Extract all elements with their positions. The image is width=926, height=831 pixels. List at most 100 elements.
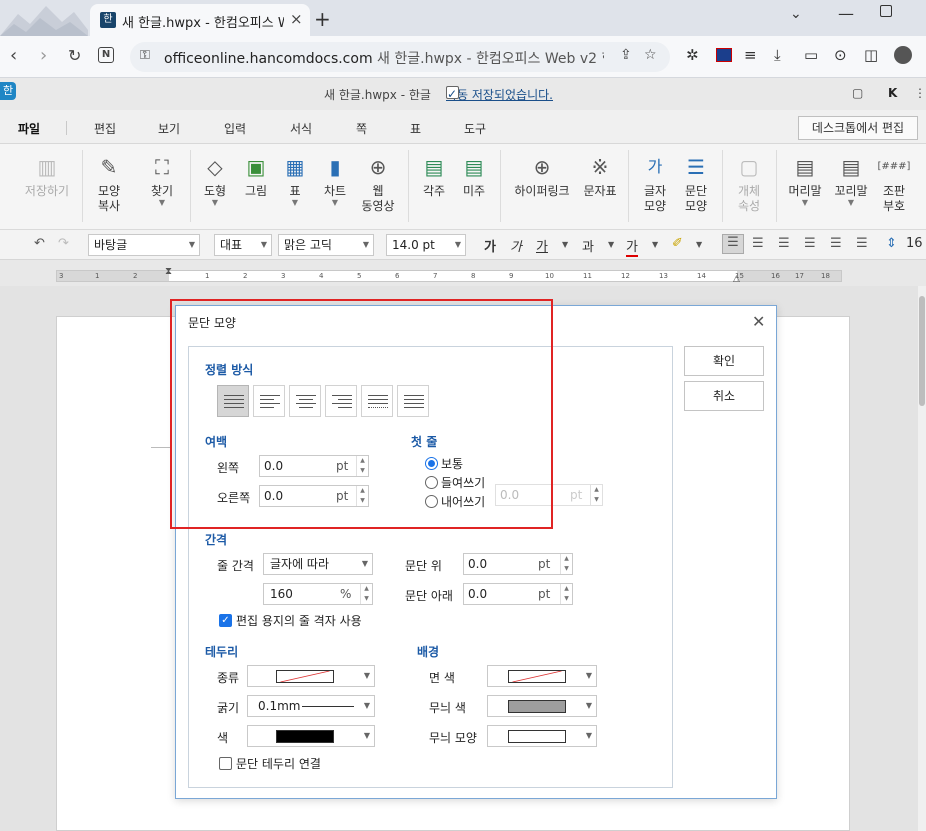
web-video-button[interactable]: ⊕ 웹 동영상 (356, 144, 400, 230)
para-shape-button[interactable]: ☰ 문단 모양 (676, 144, 716, 230)
url-omnibox[interactable]: ⚿ officeonline.hancomdocs.com 새 한글.hwpx … (130, 42, 670, 72)
shape-copy-button[interactable]: ✎ 모양 복사 (90, 144, 128, 230)
border-color-select[interactable]: ▼ (247, 725, 375, 747)
style-select[interactable]: 바탕글 ▼ (88, 234, 200, 256)
chevron-down-icon[interactable]: ▼ (652, 240, 658, 249)
table-button[interactable]: ▦ 표 ▼ (278, 144, 312, 230)
split-view-icon[interactable]: ◫ (864, 46, 878, 64)
underline-button[interactable]: 가 (536, 236, 548, 255)
menu-table[interactable]: 표 (410, 120, 421, 137)
window-maximize-icon[interactable] (880, 5, 892, 17)
bg-face-color-select[interactable]: ▼ (487, 665, 597, 687)
border-connect-checkbox[interactable] (219, 757, 232, 770)
picture-button[interactable]: ▣ 그림 (238, 144, 274, 230)
shape-button[interactable]: ◇ 도형 ▼ (196, 144, 234, 230)
chart-button[interactable]: ▮ 차트 ▼ (318, 144, 352, 230)
menu-page[interactable]: 쪽 (356, 120, 367, 137)
close-icon[interactable]: ✕ (752, 312, 765, 331)
menu-edit[interactable]: 편집 (94, 120, 116, 137)
comment-icon[interactable]: ▢ (852, 86, 863, 100)
redo-icon[interactable]: ↷ (58, 236, 69, 251)
header-button[interactable]: ▤ 머리말 ▼ (784, 144, 826, 230)
desktop-edit-button[interactable]: 데스크톱에서 편집 (798, 116, 918, 140)
window-minimize-icon[interactable]: — (838, 4, 854, 23)
footer-button[interactable]: ▤ 꼬리말 ▼ (830, 144, 872, 230)
spinner-icon[interactable]: ▲ ▼ (560, 584, 572, 604)
tab-close-icon[interactable]: × (290, 10, 303, 28)
align-right-button[interactable]: ☰ (804, 236, 816, 251)
mark-button[interactable]: [###] 조판 부호 (876, 144, 912, 230)
autosave-status[interactable]: ✓ 자동 저장되었습니다. (446, 86, 553, 103)
menu-insert[interactable]: 입력 (224, 120, 246, 137)
notion-extension-icon[interactable]: N (98, 47, 114, 63)
indent-marker-icon[interactable]: ⧗ (165, 266, 172, 277)
footnote-button[interactable]: ▤ 각주 (416, 144, 452, 230)
object-properties-button[interactable]: ▢ 개체 속성 (730, 144, 768, 230)
ruler[interactable]: 3 1 2 1 2 3 4 5 6 7 8 9 10 11 12 13 14 1… (56, 270, 842, 282)
reload-icon[interactable]: ↻ (68, 46, 81, 65)
spinner-icon[interactable]: ▲ ▼ (590, 485, 602, 505)
grid-checkbox[interactable]: ✓ (219, 614, 232, 627)
border-width-select[interactable]: 0.1mm ▼ (247, 695, 375, 717)
para-above-input[interactable]: 0.0 pt ▲ ▼ (463, 553, 573, 575)
font-size-input[interactable]: 14.0 pt ▼ (386, 234, 466, 256)
align-divide-button[interactable]: ☰ (856, 236, 868, 251)
menu-view[interactable]: 보기 (158, 120, 180, 137)
border-type-select[interactable]: ▼ (247, 665, 375, 687)
char-map-button[interactable]: ※ 문자표 (578, 144, 622, 230)
font-select[interactable]: 맑은 고딕 ▼ (278, 234, 374, 256)
language-flag-icon[interactable] (716, 48, 732, 62)
undo-icon[interactable]: ↶ (34, 236, 45, 251)
download-icon[interactable]: ⤓ (774, 46, 781, 64)
line-spacing-value[interactable]: 16 (906, 236, 923, 251)
bg-pattern-color-select[interactable]: ▼ (487, 695, 597, 717)
chevron-down-icon[interactable]: ▼ (562, 240, 568, 249)
new-tab-button[interactable]: + (314, 7, 331, 31)
chevron-down-icon[interactable]: ▼ (696, 240, 702, 249)
menu-file[interactable]: 파일 (18, 120, 40, 137)
hyperlink-button[interactable]: ⊕ 하이퍼링크 (508, 144, 576, 230)
find-button[interactable]: ⛶ 찾기 ▼ (142, 144, 182, 230)
more-icon[interactable]: ⋮ (914, 86, 926, 100)
language-select[interactable]: 대표 ▼ (214, 234, 272, 256)
window-chevron-down-icon[interactable]: ⌄ (790, 6, 802, 22)
align-distribute-button[interactable]: ☰ (830, 236, 842, 251)
line-spacing-value-input[interactable]: 160 % ▲ ▼ (263, 583, 373, 605)
highlight-pen-icon[interactable]: ✐ (672, 236, 683, 251)
endnote-button[interactable]: ▤ 미주 (456, 144, 492, 230)
account-initial[interactable]: K (888, 86, 897, 100)
save-button[interactable]: ▥ 저장하기 (20, 144, 74, 230)
italic-button[interactable]: 가 (510, 236, 522, 255)
bg-pattern-shape-select[interactable]: ▼ (487, 725, 597, 747)
extensions-puzzle-icon[interactable]: ✲ (686, 46, 699, 64)
profile-avatar[interactable] (894, 46, 912, 64)
cancel-button[interactable]: 취소 (684, 381, 764, 411)
font-color-button[interactable]: 가 (626, 236, 638, 257)
bold-button[interactable]: 가 (484, 236, 496, 255)
share-icon[interactable]: ⇪ (620, 47, 632, 63)
back-arrow-icon[interactable]: ‹ (10, 45, 17, 66)
align-justify-button[interactable]: ☰ (722, 234, 744, 254)
menu-tools[interactable]: 도구 (464, 120, 486, 137)
chevron-down-icon[interactable]: ▼ (608, 240, 614, 249)
spinner-icon[interactable]: ▲ ▼ (360, 584, 372, 604)
browser-tab-active[interactable]: 한 새 한글.hwpx - 한컴오피스 Web v2 × (90, 4, 310, 36)
screen-record-icon[interactable]: ▭ (804, 46, 818, 64)
right-indent-marker-icon[interactable]: △ (733, 274, 740, 284)
spinner-icon[interactable]: ▲ ▼ (560, 554, 572, 574)
ok-button[interactable]: 확인 (684, 346, 764, 376)
strikethrough-button[interactable]: 과 (582, 236, 594, 255)
hancom-logo-icon[interactable]: 한 (0, 82, 16, 100)
site-info-icon[interactable]: ⚿ (140, 48, 150, 63)
line-spacing-type-select[interactable]: 글자에 따라 ▼ (263, 553, 373, 575)
menu-format[interactable]: 서식 (290, 120, 312, 137)
align-left-button[interactable]: ☰ (752, 236, 764, 251)
bookmark-star-icon[interactable]: ☆ (644, 47, 657, 63)
forward-arrow-icon[interactable]: › (40, 45, 47, 66)
para-below-input[interactable]: 0.0 pt ▲ ▼ (463, 583, 573, 605)
screenshot-icon[interactable]: ⊙ (834, 46, 847, 64)
char-shape-button[interactable]: 가 글자 모양 (636, 144, 674, 230)
scrollbar-thumb[interactable] (919, 296, 925, 406)
media-playlist-icon[interactable]: ≡ (744, 46, 757, 64)
align-center-button[interactable]: ☰ (778, 236, 790, 251)
